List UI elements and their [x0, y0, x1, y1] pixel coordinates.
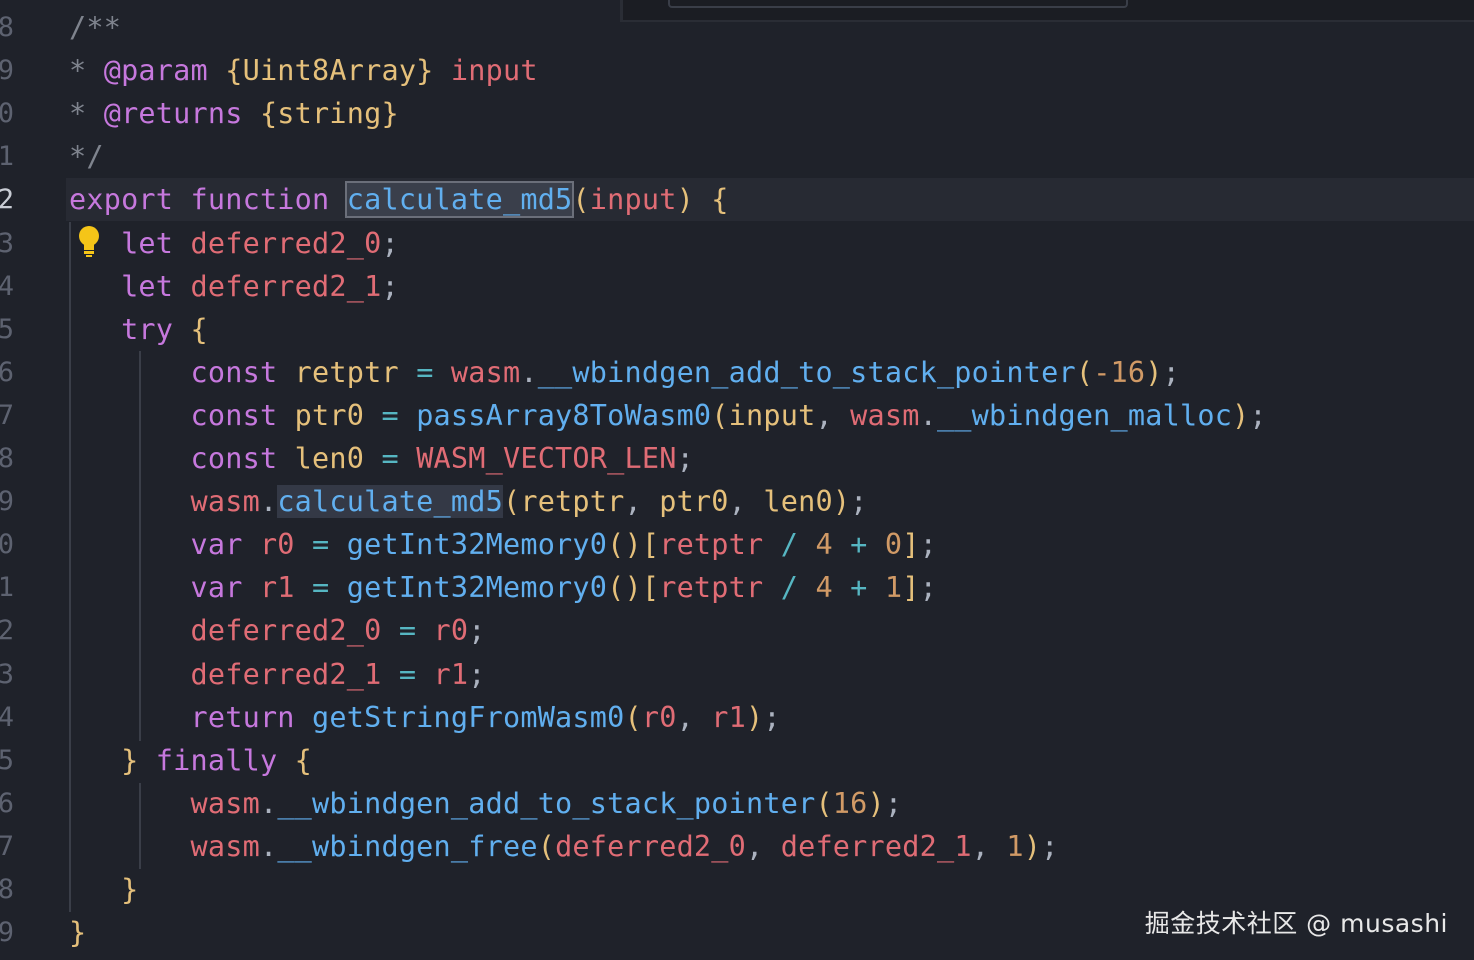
line-number: 9 [0, 917, 14, 949]
line-number: 7 [0, 830, 14, 862]
line-number: 9 [0, 486, 14, 518]
code-line[interactable]: var r1 = getInt32Memory0()[retptr / 4 + … [69, 566, 937, 609]
line-number: 1 [0, 141, 14, 173]
code-line[interactable]: export function calculate_md5(input) { [69, 178, 729, 221]
line-number: 7 [0, 399, 14, 431]
line-number: 0 [0, 98, 14, 130]
code-line[interactable]: deferred2_1 = r1; [69, 653, 486, 696]
line-number: 2 [0, 184, 14, 216]
lightbulb-icon[interactable] [76, 224, 102, 258]
code-line[interactable]: deferred2_0 = r0; [69, 609, 486, 652]
code-line[interactable]: wasm.__wbindgen_add_to_stack_pointer(16)… [69, 782, 903, 825]
line-number: 4 [0, 270, 14, 302]
line-number: 1 [0, 572, 14, 604]
watermark: 掘金技术社区 @ musashi [1144, 909, 1448, 938]
code-line[interactable]: const retptr = wasm.__wbindgen_add_to_st… [69, 351, 1180, 394]
code-editor[interactable]: 8 9 0 1 2 3 4 5 6 7 8 9 0 1 2 3 4 5 6 7 8 9 /** * @param {Uint… [0, 0, 1474, 960]
line-number-gutter: 8 9 0 1 2 3 4 5 6 7 8 9 0 1 2 3 4 5 6 7 8 9 [0, 0, 14, 960]
code-line[interactable]: const len0 = WASM_VECTOR_LEN; [69, 437, 694, 480]
line-number: 9 [0, 55, 14, 87]
line-number: 2 [0, 615, 14, 647]
code-line[interactable]: let deferred2_0; [69, 222, 399, 265]
code-line[interactable]: try { [69, 308, 208, 351]
code-line[interactable]: */ [69, 135, 104, 178]
line-number: 8 [0, 874, 14, 905]
line-number: 8 [0, 12, 14, 43]
line-number: 3 [0, 227, 14, 259]
code-line[interactable]: wasm.calculate_md5(retptr, ptr0, len0); [69, 480, 868, 523]
code-line[interactable]: var r0 = getInt32Memory0()[retptr / 4 + … [69, 523, 937, 566]
code-line[interactable]: * @returns {string} [69, 92, 399, 135]
code-line[interactable]: } [69, 868, 138, 911]
code-line[interactable]: const ptr0 = passArray8ToWasm0(input, wa… [69, 394, 1267, 437]
code-line[interactable]: } finally { [69, 739, 312, 782]
find-input[interactable] [668, 0, 1128, 8]
code-line[interactable]: return getStringFromWasm0(r0, r1); [69, 696, 781, 739]
code-line[interactable]: wasm.__wbindgen_free(deferred2_0, deferr… [69, 825, 1059, 868]
code-line[interactable]: let deferred2_1; [69, 265, 399, 308]
line-number: 8 [0, 443, 14, 474]
code-line[interactable]: /** [69, 6, 121, 49]
line-number: 6 [0, 356, 14, 388]
line-number: 5 [0, 744, 14, 776]
code-line[interactable]: * @param {Uint8Array} input [69, 49, 538, 92]
line-number: 0 [0, 529, 14, 561]
line-number: 6 [0, 787, 14, 819]
line-number: 3 [0, 658, 14, 690]
line-number: 5 [0, 313, 14, 345]
code-line[interactable]: } [69, 911, 86, 954]
line-number: 4 [0, 701, 14, 733]
